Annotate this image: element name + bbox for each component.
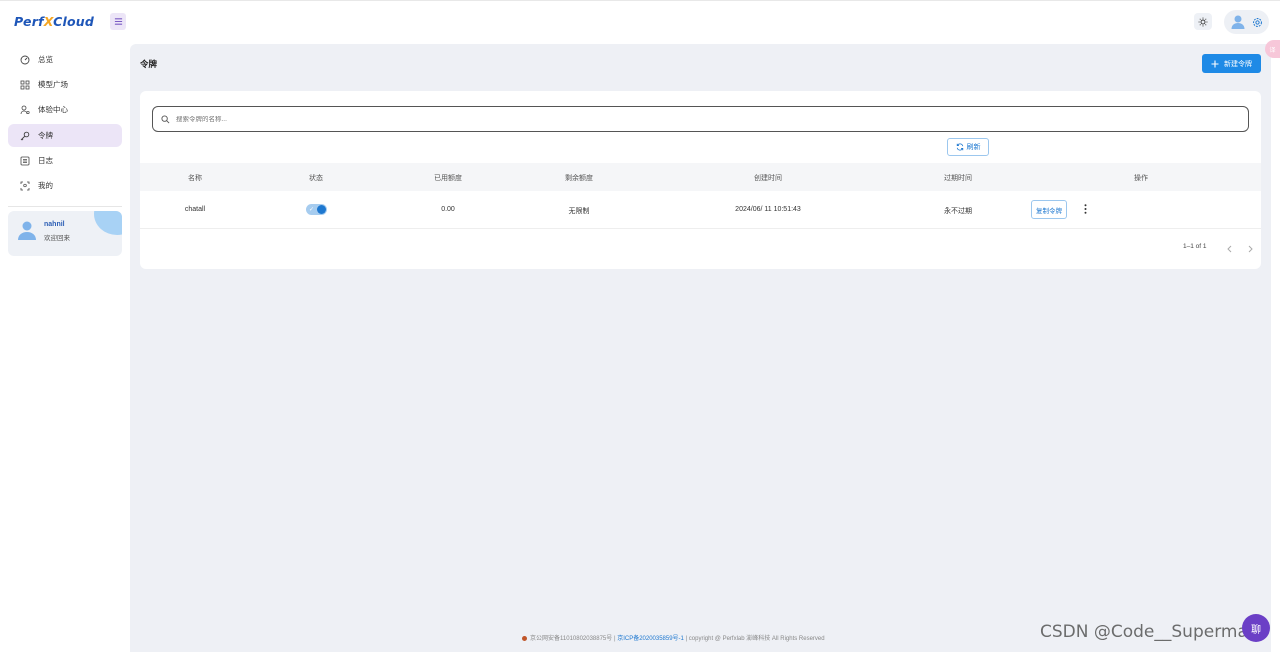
token-name: chatall: [184, 206, 206, 213]
police-badge-icon: [522, 635, 527, 641]
prev-page-button[interactable]: [1225, 241, 1235, 253]
user-name: nahnil: [44, 221, 65, 228]
expire-time: 永不过期: [944, 208, 972, 215]
sidebar-item-label: 我的: [38, 181, 53, 190]
refresh-label: 刷新: [966, 144, 981, 151]
search-icon: [161, 114, 170, 123]
created-time: 2024/06/ 11 10:51:43: [735, 206, 801, 213]
column-header-status[interactable]: 状态: [309, 173, 323, 183]
sidebar: 总览 模型广场 体验中心 令牌 日志 我的 nahnil 欢迎回来: [0, 44, 130, 652]
sun-icon: [1198, 17, 1208, 26]
new-token-button[interactable]: 新建令牌: [1202, 54, 1261, 73]
sidebar-item-experience[interactable]: 体验中心: [8, 98, 122, 121]
column-header-expires[interactable]: 过期时间: [944, 173, 972, 183]
police-record[interactable]: 京公网安备11010802038875号: [530, 636, 612, 642]
chat-fab-button[interactable]: 聊: [1242, 614, 1270, 642]
sidebar-item-model-square[interactable]: 模型广场: [8, 73, 122, 96]
key-icon: [20, 131, 30, 140]
decorative-blob: [94, 211, 122, 235]
menu-toggle-button[interactable]: [110, 13, 126, 30]
copy-token-button[interactable]: 复制令牌: [1031, 200, 1067, 219]
grid-icon: [20, 80, 30, 89]
more-vertical-icon: [1084, 204, 1086, 214]
avatar-icon: [18, 221, 36, 240]
tokens-card: 刷新 名称 状态 已用额度 剩余额度 创建时间 过期时间 操作 chatall …: [140, 91, 1261, 269]
sidebar-item-label: 总览: [38, 55, 53, 64]
dashboard-icon: [20, 55, 30, 64]
plus-icon: [1211, 60, 1219, 67]
chevron-right-icon: [1248, 245, 1253, 253]
translate-tab[interactable]: 译: [1265, 40, 1280, 58]
status-toggle[interactable]: ✓: [306, 204, 327, 215]
refresh-button[interactable]: 刷新: [947, 138, 989, 156]
sidebar-item-label: 令牌: [38, 131, 53, 140]
sidebar-item-logs[interactable]: 日志: [8, 149, 122, 172]
chevron-left-icon: [1227, 245, 1232, 253]
sidebar-divider: [8, 206, 122, 207]
footer: 京公网安备11010802038875号 | 京ICP备2020035859号-…: [522, 633, 825, 642]
remaining-quota: 无限制: [568, 208, 590, 215]
table-row: chatall ✓ 0.00 无限制 2024/06/ 11 10:51:43 …: [140, 191, 1261, 229]
column-header-remaining[interactable]: 剩余额度: [565, 173, 593, 183]
user-experience-icon: [20, 105, 30, 114]
refresh-icon: [956, 143, 963, 151]
sidebar-item-mine[interactable]: 我的: [8, 174, 122, 197]
used-quota: 0.00: [441, 206, 455, 213]
user-menu-button[interactable]: [1224, 10, 1269, 34]
copyright: | copyright @ Perfxlab 澎峰科技 All Rights R…: [683, 636, 825, 642]
column-header-created[interactable]: 创建时间: [754, 173, 782, 183]
main-content: 令牌 新建令牌 刷新 名称 状态 已用额度 剩余额度 创建时间 过期时间 操作 …: [130, 44, 1271, 652]
sidebar-item-label: 体验中心: [38, 105, 68, 114]
column-header-used[interactable]: 已用额度: [434, 173, 462, 183]
toggle-knob: [317, 205, 326, 214]
next-page-button[interactable]: [1245, 241, 1255, 253]
sidebar-item-label: 模型广场: [38, 80, 68, 89]
search-input[interactable]: [176, 115, 1176, 123]
more-actions-button[interactable]: [1080, 201, 1090, 217]
watermark: CSDN @Code__Superman: [1040, 622, 1259, 642]
hamburger-icon: [114, 18, 122, 25]
app-logo[interactable]: PerfXCloud: [14, 14, 94, 29]
new-token-label: 新建令牌: [1224, 60, 1252, 68]
top-header: PerfXCloud: [0, 0, 1280, 44]
table-header: 名称 状态 已用额度 剩余额度 创建时间 过期时间 操作: [140, 163, 1261, 191]
check-icon: ✓: [309, 207, 315, 213]
log-icon: [20, 156, 30, 165]
user-card[interactable]: nahnil 欢迎回来: [8, 211, 122, 256]
profile-icon: [20, 181, 30, 190]
search-box[interactable]: [152, 106, 1249, 132]
column-header-actions: 操作: [1134, 175, 1148, 182]
page-title: 令牌: [140, 59, 158, 69]
sidebar-item-tokens[interactable]: 令牌: [8, 124, 122, 147]
theme-toggle-button[interactable]: [1194, 13, 1212, 30]
pagination-info: 1–1 of 1: [1183, 243, 1207, 250]
sidebar-item-overview[interactable]: 总览: [8, 48, 122, 71]
avatar-icon: [1231, 15, 1245, 29]
icp-link[interactable]: 京ICP备2020035859号-1: [617, 636, 684, 642]
sidebar-item-label: 日志: [38, 156, 53, 165]
column-header-name[interactable]: 名称: [188, 173, 202, 183]
welcome-text: 欢迎回来: [44, 235, 70, 242]
settings-icon: [1253, 17, 1262, 27]
